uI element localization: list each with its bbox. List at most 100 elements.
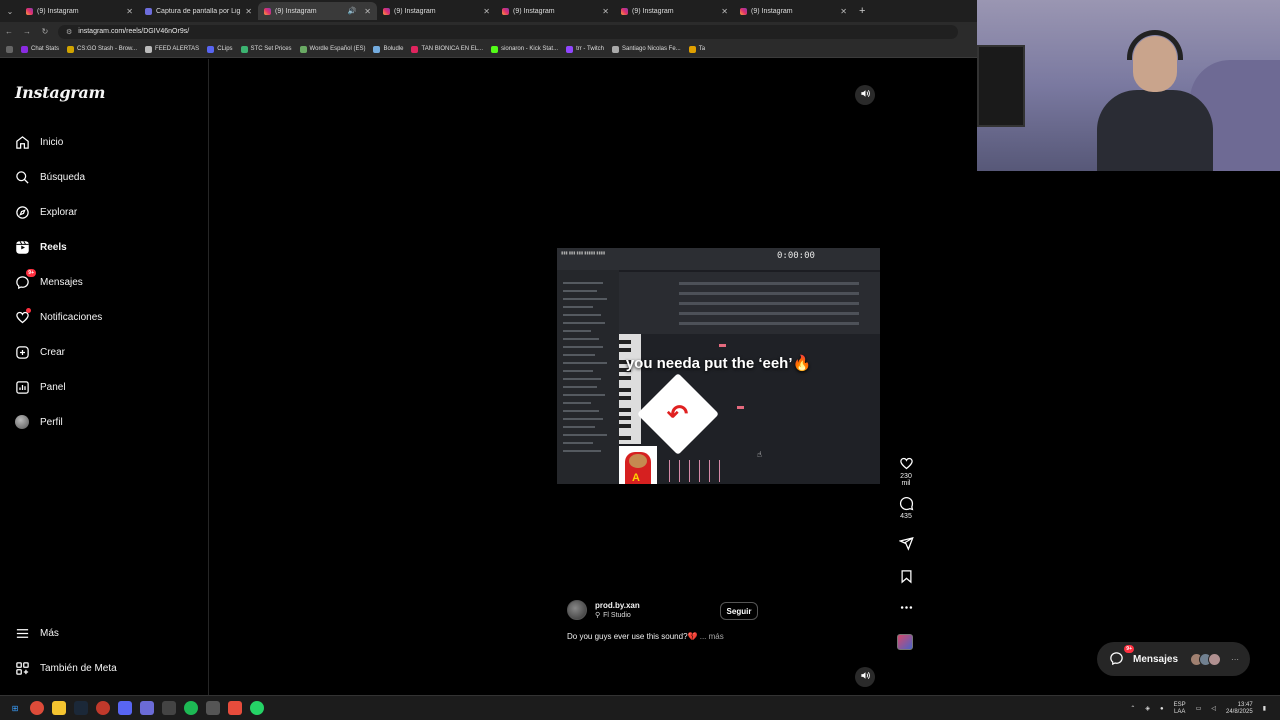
original-audio-thumbnail[interactable] [897, 634, 913, 650]
sidebar-item-reels[interactable]: Reels [14, 239, 67, 255]
browser-tab[interactable]: (9) Instagram ✕ [734, 2, 853, 20]
chrome-icon[interactable] [30, 701, 44, 715]
bookmark-item[interactable]: Chat Stats [21, 45, 59, 53]
bookmark-item[interactable]: CS:GO Stash - Brow... [67, 45, 137, 53]
share-button[interactable] [895, 536, 917, 551]
reload-icon[interactable]: ↻ [36, 27, 54, 36]
like-count: 230 mil [900, 473, 912, 487]
close-tab-icon[interactable]: ✕ [840, 7, 847, 16]
sidebar-item-crear[interactable]: Crear [14, 344, 65, 360]
url-input[interactable]: ⚙ instagram.com/reels/DGIV46nOr9s/ [58, 24, 958, 39]
like-button[interactable]: 230 mil [895, 456, 917, 487]
back-arrow-icon[interactable]: ← [0, 27, 18, 36]
follow-button[interactable]: Seguir [720, 602, 758, 620]
save-button[interactable] [895, 569, 917, 584]
sidebar-item-panel[interactable]: Panel [14, 379, 66, 395]
close-tab-icon[interactable]: ✕ [602, 7, 609, 16]
mic-icon[interactable]: ● [1160, 706, 1164, 712]
tab-search-chevron-icon[interactable]: ⌄ [0, 7, 20, 16]
file-explorer-icon[interactable] [52, 701, 66, 715]
bookmark-item[interactable]: Santiago Nicolas Fe... [611, 45, 681, 53]
reel-video[interactable]: ▮▮▮ ▮▮▮ ▮▮▮ ▮▮▮▮▮ ▮▮▮▮ 0:00:00 you needa… [557, 248, 880, 484]
site-info-icon[interactable]: ⚙ [66, 28, 72, 36]
browser-tab[interactable]: (9) Instagram ✕ [615, 2, 734, 20]
windows-taskbar: ⊞ ⌃ ◈ ● ESP LAA ▭ ◁ 13:47 24/8/2025 ▮ [0, 695, 1280, 720]
comment-bubble-icon [895, 496, 917, 511]
bookmark-item[interactable]: CLips [207, 45, 233, 53]
author-username[interactable]: prod.by.xan [595, 601, 640, 610]
browser-tab[interactable]: Captura de pantalla por Lightsh✕ [139, 2, 258, 20]
more-options-button[interactable] [895, 600, 917, 615]
daw-piano-keys [619, 334, 641, 444]
caption-more-link[interactable]: ... más [700, 632, 724, 641]
bookmark-item[interactable]: TAN BIONICA EN EL... [411, 45, 483, 53]
obs-icon[interactable] [162, 701, 176, 715]
browser-tab[interactable]: (9) Instagram ✕ [20, 2, 139, 20]
sidebar-item-inicio[interactable]: Inicio [14, 134, 63, 150]
mute-toggle-button-bottom[interactable] [855, 667, 875, 687]
tray-chevron-icon[interactable]: ⌃ [1130, 705, 1135, 712]
apps-grid-icon[interactable] [6, 45, 13, 53]
clock[interactable]: 13:47 24/8/2025 [1226, 702, 1253, 716]
new-tab-plus-icon[interactable]: + [859, 5, 865, 17]
bookmark-item[interactable]: Ta [688, 45, 705, 53]
lightshot-favicon-icon [145, 7, 152, 15]
gamepad-icon[interactable] [206, 701, 220, 715]
reel-caption: Do you guys ever use this sound?💔 ... má… [567, 632, 724, 641]
browser-tab[interactable]: (9) Instagram ✕ [377, 2, 496, 20]
bookmark-item[interactable]: Boludle [373, 45, 403, 53]
opera-icon[interactable] [96, 701, 110, 715]
spotify-icon[interactable] [184, 701, 198, 715]
comment-count: 435 [900, 513, 912, 520]
author-avatar[interactable] [567, 600, 587, 620]
sidebar-item-perfil[interactable]: Perfil [14, 414, 63, 430]
tab-audio-icon[interactable]: 🔊 [348, 7, 357, 15]
close-tab-icon[interactable]: ✕ [364, 7, 371, 16]
author-location-row: ⚲ Fl Studio [595, 611, 640, 620]
close-tab-icon[interactable]: ✕ [245, 7, 252, 16]
messenger-icon: 9+ [1109, 645, 1134, 667]
heart-icon [14, 308, 31, 325]
volume-icon[interactable]: ◁ [1211, 705, 1216, 712]
sidebar-item-meta[interactable]: También de Meta [14, 660, 117, 676]
bookmark-item[interactable]: STC Set Prices [240, 45, 292, 53]
mute-toggle-button[interactable] [855, 85, 875, 105]
browser-tab[interactable]: (9) Instagram ✕ [496, 2, 615, 20]
sidebar-item-mensajes[interactable]: 9+ Mensajes [14, 269, 83, 290]
mensajes-badge: 9+ [26, 269, 36, 277]
network-icon[interactable]: ◈ [1145, 705, 1150, 712]
headset-icon [1127, 30, 1183, 60]
browser-tab-active[interactable]: (9) Instagram 🔊 ✕ [258, 2, 377, 20]
sidebar-item-mas[interactable]: Más [14, 625, 59, 641]
discord-icon[interactable] [118, 701, 132, 715]
calendar-app-icon[interactable] [228, 701, 242, 715]
windows-start-icon[interactable]: ⊞ [8, 701, 22, 715]
close-tab-icon[interactable]: ✕ [483, 7, 490, 16]
ellipsis-icon [895, 600, 917, 615]
author-location[interactable]: Fl Studio [603, 612, 631, 619]
wifi-icon[interactable]: ▭ [1196, 705, 1202, 712]
reel-author: prod.by.xan ⚲ Fl Studio [567, 600, 640, 620]
bookmark-item[interactable]: FEED ALERTAS [145, 45, 199, 53]
notifications-icon[interactable]: ▮ [1263, 705, 1266, 712]
sidebar-item-notificaciones[interactable]: Notificaciones [14, 308, 102, 325]
instagram-logo[interactable]: Instagram [15, 83, 105, 102]
comment-button[interactable]: 435 [895, 496, 917, 520]
forward-arrow-icon[interactable]: → [18, 27, 36, 36]
language-indicator[interactable]: ESP LAA [1174, 702, 1186, 716]
home-icon [14, 134, 30, 150]
sidebar-item-explorar[interactable]: Explorar [14, 204, 77, 220]
close-tab-icon[interactable]: ✕ [126, 7, 133, 16]
messages-bubble-button[interactable]: 9+ Mensajes ··· [1097, 642, 1250, 676]
daw-time-display: 0:00:00 [777, 251, 815, 261]
bookmark-item[interactable]: Wordle Español (ES) [299, 45, 365, 53]
daw-toolbar: ▮▮▮ ▮▮▮ ▮▮▮ ▮▮▮▮▮ ▮▮▮▮ 0:00:00 [557, 248, 880, 270]
close-tab-icon[interactable]: ✕ [721, 7, 728, 16]
bookmark-item[interactable]: sionaron - Kick Stat... [491, 45, 558, 53]
steam-icon[interactable] [74, 701, 88, 715]
app-icon[interactable] [140, 701, 154, 715]
whatsapp-icon[interactable] [250, 701, 264, 715]
sidebar-item-busqueda[interactable]: Búsqueda [14, 169, 85, 185]
bookmark-item[interactable]: trr - Twitch [566, 45, 604, 53]
chipmunk-letter-icon: A [632, 472, 640, 484]
